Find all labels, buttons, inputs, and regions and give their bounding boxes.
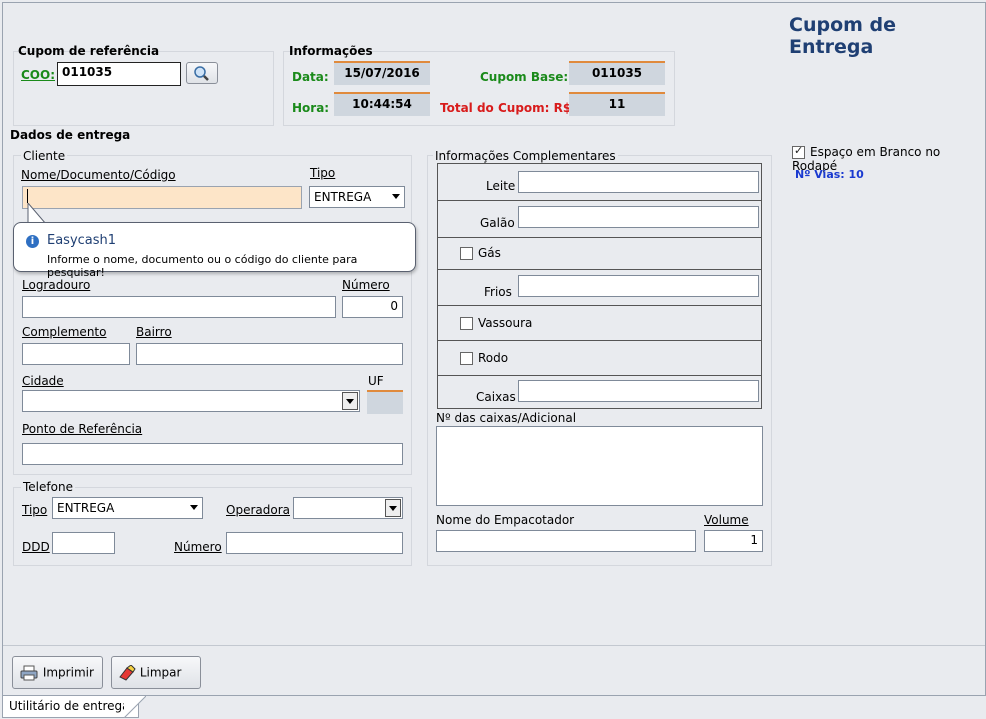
uf-field: [367, 390, 403, 414]
checkbox-icon: [460, 352, 473, 365]
caixas-label: Caixas: [476, 390, 516, 404]
uf-label: UF: [368, 374, 384, 388]
complemento-label: Complemento: [22, 325, 107, 339]
total-value: 11: [569, 92, 665, 116]
text-cursor: [27, 189, 28, 203]
page-title: Cupom de Entrega: [789, 14, 897, 58]
cliente-heading: Cliente: [21, 149, 68, 163]
complementares-heading: Informações Complementares: [433, 149, 618, 163]
tooltip: i Easycash1 Informe o nome, documento ou…: [13, 222, 416, 279]
checkbox-icon: [460, 247, 473, 260]
gas-checkbox[interactable]: Gás: [460, 246, 501, 260]
chevron-down-icon: [346, 399, 354, 404]
nr-caixas-label: Nº das caixas/Adicional: [436, 411, 577, 425]
telefone-heading: Telefone: [21, 480, 75, 494]
tab-utilitario[interactable]: Utilitário de entrega: [2, 696, 139, 718]
tipo-select[interactable]: ENTREGA: [309, 186, 405, 208]
vassoura-checkbox[interactable]: Vassoura: [460, 316, 532, 330]
imprimir-label: Imprimir: [42, 665, 94, 680]
caixas-input[interactable]: [518, 380, 759, 402]
dropdown-button[interactable]: [342, 392, 358, 410]
ponto-input[interactable]: [22, 443, 403, 465]
tel-tipo-label: Tipo: [22, 503, 48, 517]
tel-tipo-value: ENTREGA: [57, 501, 115, 515]
data-value: 15/07/2016: [334, 61, 430, 85]
numero-label: Número: [342, 278, 390, 292]
eraser-icon: [119, 664, 136, 681]
ddd-input[interactable]: [52, 532, 115, 554]
limpar-button[interactable]: Limpar: [111, 656, 201, 689]
hora-value: 10:44:54: [334, 92, 430, 116]
vassoura-row[interactable]: Vassoura: [437, 306, 762, 341]
rodo-label: Rodo: [478, 351, 509, 365]
nome-label: Nome/Documento/Código: [21, 168, 176, 182]
tab-edge: [124, 696, 146, 718]
limpar-label: Limpar: [139, 665, 182, 680]
imprimir-button[interactable]: Imprimir: [12, 656, 103, 689]
numero-input[interactable]: 0: [342, 296, 403, 318]
info-heading: Informações: [289, 44, 373, 58]
hora-label: Hora:: [292, 101, 330, 115]
cidade-label: Cidade: [22, 374, 64, 388]
tel-tipo-select[interactable]: ENTREGA: [52, 497, 203, 519]
tooltip-title: Easycash1: [47, 233, 117, 248]
caixas-row: Caixas: [437, 376, 762, 409]
chevron-down-icon: [392, 194, 400, 199]
leite-label: Leite: [486, 179, 516, 193]
chevron-down-icon: [190, 505, 198, 510]
tel-numero-label: Número: [174, 540, 222, 554]
galao-label: Galão: [480, 216, 515, 230]
logradouro-label: Logradouro: [22, 278, 91, 292]
ponto-label: Ponto de Referência: [22, 422, 143, 436]
dados-heading: Dados de entrega: [10, 128, 131, 142]
coo-input[interactable]: 011035: [57, 62, 181, 86]
ddd-label: DDD: [22, 540, 50, 554]
bairro-label: Bairro: [136, 325, 172, 339]
coo-label: COO:: [21, 68, 56, 82]
empacotador-label: Nome do Empacotador: [436, 513, 575, 527]
search-icon: [194, 66, 209, 81]
printer-icon: [20, 665, 38, 681]
total-label: Total do Cupom: R$: [440, 101, 572, 115]
nome-input[interactable]: [22, 186, 302, 209]
tipo-label: Tipo: [310, 166, 336, 180]
tipo-select-value: ENTREGA: [314, 190, 372, 204]
volume-input[interactable]: 1: [704, 530, 763, 552]
cupom-base-value: 011035: [569, 61, 665, 85]
rodo-row[interactable]: Rodo: [437, 341, 762, 376]
vassoura-label: Vassoura: [478, 316, 533, 330]
leite-input[interactable]: [518, 171, 759, 193]
info-icon: i: [26, 235, 39, 248]
divider: [3, 645, 985, 646]
cupom-ref-heading: Cupom de referência: [18, 44, 160, 58]
search-button[interactable]: [186, 62, 218, 84]
frios-input[interactable]: [518, 275, 759, 297]
vias-label: Nº Vias: 10: [795, 168, 864, 181]
frios-row: Frios: [437, 270, 762, 306]
data-label: Data:: [292, 70, 329, 84]
chevron-down-icon: [389, 506, 397, 511]
checkbox-icon: [460, 317, 473, 330]
nr-caixas-textarea[interactable]: [436, 426, 763, 506]
operadora-select[interactable]: [293, 497, 403, 519]
operadora-label: Operadora: [226, 503, 290, 517]
bairro-input[interactable]: [136, 343, 403, 365]
frios-label: Frios: [484, 285, 512, 299]
leite-row: Leite: [437, 164, 762, 201]
cidade-select[interactable]: [22, 390, 360, 412]
cupom-base-label: Cupom Base:: [480, 70, 569, 84]
checkbox-checked-icon: [792, 144, 805, 159]
empacotador-input[interactable]: [436, 530, 696, 552]
galao-row: Galão: [437, 201, 762, 238]
tooltip-text: Informe o nome, documento ou o código do…: [47, 253, 358, 279]
volume-label: Volume: [704, 513, 749, 527]
complemento-input[interactable]: [22, 343, 130, 365]
gas-row[interactable]: Gás: [437, 238, 762, 270]
tel-numero-input[interactable]: [226, 532, 403, 554]
logradouro-input[interactable]: [22, 296, 336, 318]
galao-input[interactable]: [518, 206, 759, 228]
gas-label: Gás: [478, 246, 501, 260]
dropdown-button[interactable]: [385, 499, 401, 517]
rodo-checkbox[interactable]: Rodo: [460, 351, 508, 365]
